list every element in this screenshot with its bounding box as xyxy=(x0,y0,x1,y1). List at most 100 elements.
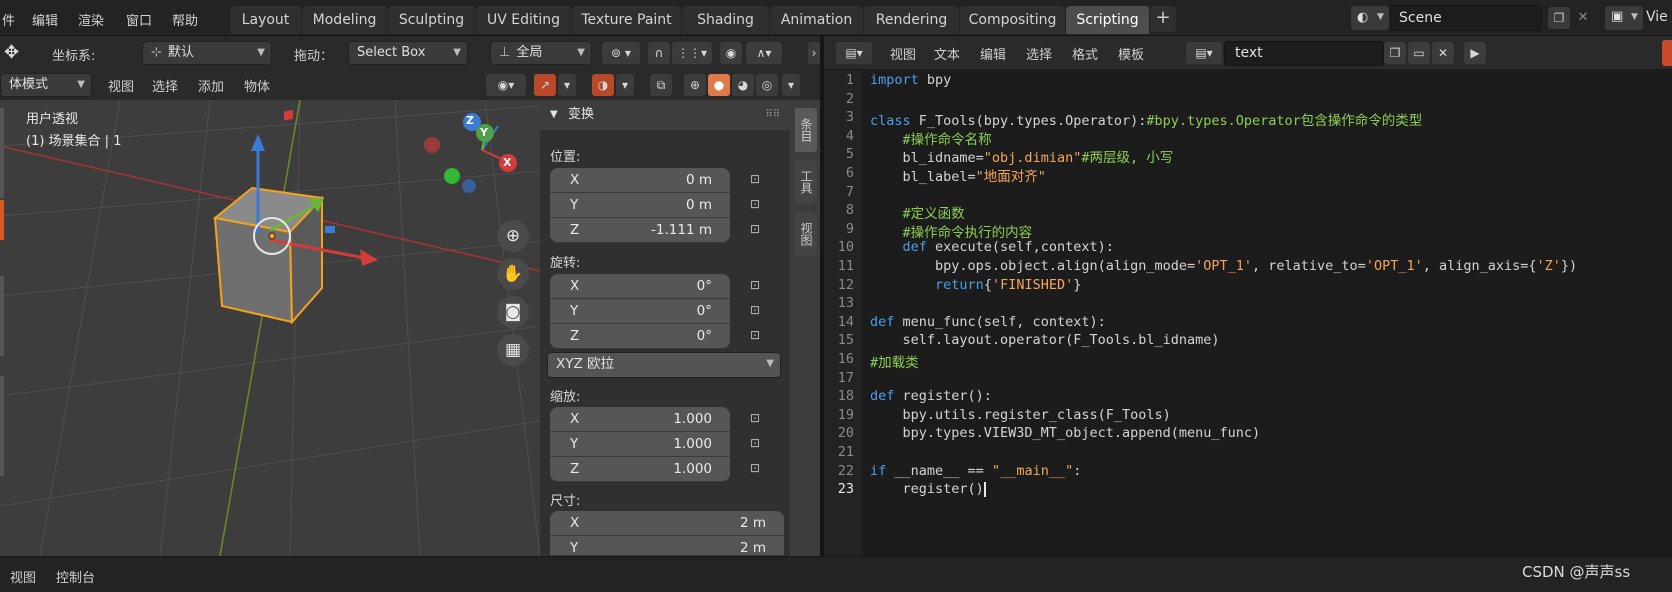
mode-dropdown[interactable]: 体模式 ▼ xyxy=(0,73,92,97)
code-line[interactable]: return{'FINISHED'} xyxy=(870,277,1081,293)
lock-icon[interactable]: ⊡ xyxy=(750,222,766,236)
dimensions-y-field[interactable]: Y2 m xyxy=(550,536,784,556)
code-line[interactable]: if __name__ == "__main__": xyxy=(870,463,1081,479)
toolbar-edge[interactable] xyxy=(0,108,4,198)
editor-menu-view[interactable]: 视图 xyxy=(890,44,916,63)
code-line[interactable]: #操作命令执行的内容 xyxy=(870,221,1033,241)
scale-z-field[interactable]: Z 1.000 xyxy=(550,457,730,482)
transform-panel-header[interactable]: ▼ 变换 ⠿⠿ xyxy=(540,100,790,130)
drag-dropdown[interactable]: Select Box ▼ xyxy=(348,41,468,65)
view-layer-selector-button[interactable]: ▣ ▼ xyxy=(1604,5,1644,31)
toolbar-edge[interactable] xyxy=(0,276,4,356)
tab-layout[interactable]: Layout xyxy=(230,6,302,34)
material-shading-icon[interactable]: ◕ xyxy=(732,74,754,96)
lock-icon[interactable]: ⊡ xyxy=(750,197,766,211)
text-datablock-icon[interactable]: ▤▾ xyxy=(1186,42,1222,64)
text-name-field[interactable]: text xyxy=(1224,41,1384,66)
code-line[interactable]: bl_label="地面对齐" xyxy=(870,165,1046,185)
rendered-shading-icon[interactable]: ◎ xyxy=(756,74,778,96)
new-text-icon[interactable]: ❐ xyxy=(1384,42,1406,64)
lock-icon[interactable]: ⊡ xyxy=(750,461,766,475)
code-line[interactable]: self.layout.operator(F_Tools.bl_idname) xyxy=(870,332,1220,348)
sidebar-tab-view[interactable]: 视图 xyxy=(795,212,817,256)
warning-badge[interactable] xyxy=(1662,40,1672,66)
sidebar-tab-tool[interactable]: 工具 xyxy=(795,160,817,204)
editor-menu-select[interactable]: 选择 xyxy=(1026,44,1052,63)
scale-y-field[interactable]: Y 1.000 xyxy=(550,432,730,457)
new-scene-icon[interactable]: ❐ xyxy=(1548,7,1570,29)
editor-type-icon[interactable]: ▤▾ xyxy=(836,42,872,64)
rotation-y-field[interactable]: Y 0° xyxy=(550,299,730,324)
lock-icon[interactable]: ⊡ xyxy=(750,328,766,342)
tab-modeling[interactable]: Modeling xyxy=(302,6,388,34)
viewport-menu-select[interactable]: 选择 xyxy=(152,76,178,95)
editor-menu-templates[interactable]: 模板 xyxy=(1118,44,1144,63)
proportional-edit-icon[interactable]: ◉ xyxy=(720,42,742,64)
gizmo-toggle-icon[interactable]: ↗ xyxy=(534,74,556,96)
lock-icon[interactable]: ⊡ xyxy=(750,278,766,292)
transform-orientation-dropdown[interactable]: ⊥ 全局 ▼ xyxy=(490,41,592,65)
transform-tool-icon[interactable]: ✥ xyxy=(4,42,19,63)
scene-name-field[interactable]: Scene xyxy=(1390,5,1542,31)
chevron-down-icon[interactable]: ▾ xyxy=(782,74,800,96)
sidebar-tab-item[interactable]: 条目 xyxy=(795,108,817,152)
status-console-menu[interactable]: 控制台 xyxy=(56,567,95,586)
pivot-icon[interactable]: ⊚ ▾ xyxy=(602,42,640,64)
close-icon[interactable]: ✕ xyxy=(1432,42,1454,64)
tab-texture-paint[interactable]: Texture Paint xyxy=(572,6,682,34)
toolbar-active-tool[interactable] xyxy=(0,200,4,240)
overlay-toggle-icon[interactable]: ◑ xyxy=(592,74,614,96)
viewport-menu-view[interactable]: 视图 xyxy=(108,76,134,95)
snap-target-icon[interactable]: ⋮⋮▾ xyxy=(672,42,712,64)
status-view-menu[interactable]: 视图 xyxy=(10,567,36,586)
lock-icon[interactable]: ⊡ xyxy=(750,436,766,450)
code-line[interactable]: bpy.types.VIEW3D_MT_object.append(menu_f… xyxy=(870,425,1261,441)
menu-help[interactable]: 帮助 xyxy=(172,10,198,29)
rotation-z-field[interactable]: Z 0° xyxy=(550,324,730,349)
run-script-icon[interactable]: ▶ xyxy=(1464,42,1486,64)
code-line[interactable]: bpy.ops.object.align(align_mode='OPT_1',… xyxy=(870,258,1577,274)
code-line[interactable]: import bpy xyxy=(870,72,951,88)
code-line[interactable]: def register(): xyxy=(870,388,992,404)
menu-edit[interactable]: 编辑 xyxy=(32,10,58,29)
menu-render[interactable]: 渲染 xyxy=(78,10,104,29)
code-line[interactable]: def menu_func(self, context): xyxy=(870,314,1106,330)
code-line[interactable]: #加载类 xyxy=(870,351,919,371)
viewport-menu-object[interactable]: 物体 xyxy=(244,76,270,95)
tab-uv-editing[interactable]: UV Editing xyxy=(476,6,572,34)
editor-menu-edit[interactable]: 编辑 xyxy=(980,44,1006,63)
menu-window[interactable]: 窗口 xyxy=(126,10,152,29)
open-folder-icon[interactable]: ▭ xyxy=(1408,42,1430,64)
falloff-icon[interactable]: ∧▾ xyxy=(746,42,782,64)
add-workspace-button[interactable]: + xyxy=(1150,6,1176,32)
rotation-x-field[interactable]: X 0° xyxy=(550,274,730,299)
viewport-menu-add[interactable]: 添加 xyxy=(198,76,224,95)
location-y-field[interactable]: Y0 m xyxy=(550,193,730,218)
drag-handle-icon[interactable]: ⠿⠿ xyxy=(765,100,780,130)
scale-x-field[interactable]: X 1.000 xyxy=(550,407,730,432)
scene-selector-button[interactable]: ◐ ▼ xyxy=(1350,5,1390,31)
perspective-grid-icon[interactable]: ▦ xyxy=(497,334,529,366)
location-x-field[interactable]: X0 m xyxy=(550,168,730,193)
xray-icon[interactable]: ⧉ xyxy=(650,74,672,96)
code-line[interactable]: def execute(self,context): xyxy=(870,239,1114,255)
close-icon[interactable]: ✕ xyxy=(1572,7,1594,29)
editor-menu-text[interactable]: 文本 xyxy=(934,44,960,63)
tab-rendering[interactable]: Rendering xyxy=(864,6,960,34)
gizmo-x-label[interactable]: X xyxy=(503,156,511,169)
gizmo-z-label[interactable]: Z xyxy=(466,114,474,127)
tab-shading[interactable]: Shading xyxy=(682,6,770,34)
view-layer-name[interactable]: Vie xyxy=(1646,9,1668,25)
zoom-icon[interactable]: ⊕ xyxy=(497,220,529,252)
visibility-eye-icon[interactable]: ◉▾ xyxy=(486,74,526,96)
chevron-down-icon[interactable]: ▾ xyxy=(558,74,576,96)
lock-icon[interactable]: ⊡ xyxy=(750,172,766,186)
camera-icon[interactable]: ◙ xyxy=(497,296,529,328)
tab-compositing[interactable]: Compositing xyxy=(960,6,1066,34)
lock-icon[interactable]: ⊡ xyxy=(750,303,766,317)
tab-animation[interactable]: Animation xyxy=(770,6,864,34)
snap-icon[interactable]: ∩ xyxy=(648,42,670,64)
overflow-icon[interactable]: › xyxy=(808,42,820,64)
code-line[interactable]: register() xyxy=(870,481,986,497)
tab-sculpting[interactable]: Sculpting xyxy=(388,6,476,34)
